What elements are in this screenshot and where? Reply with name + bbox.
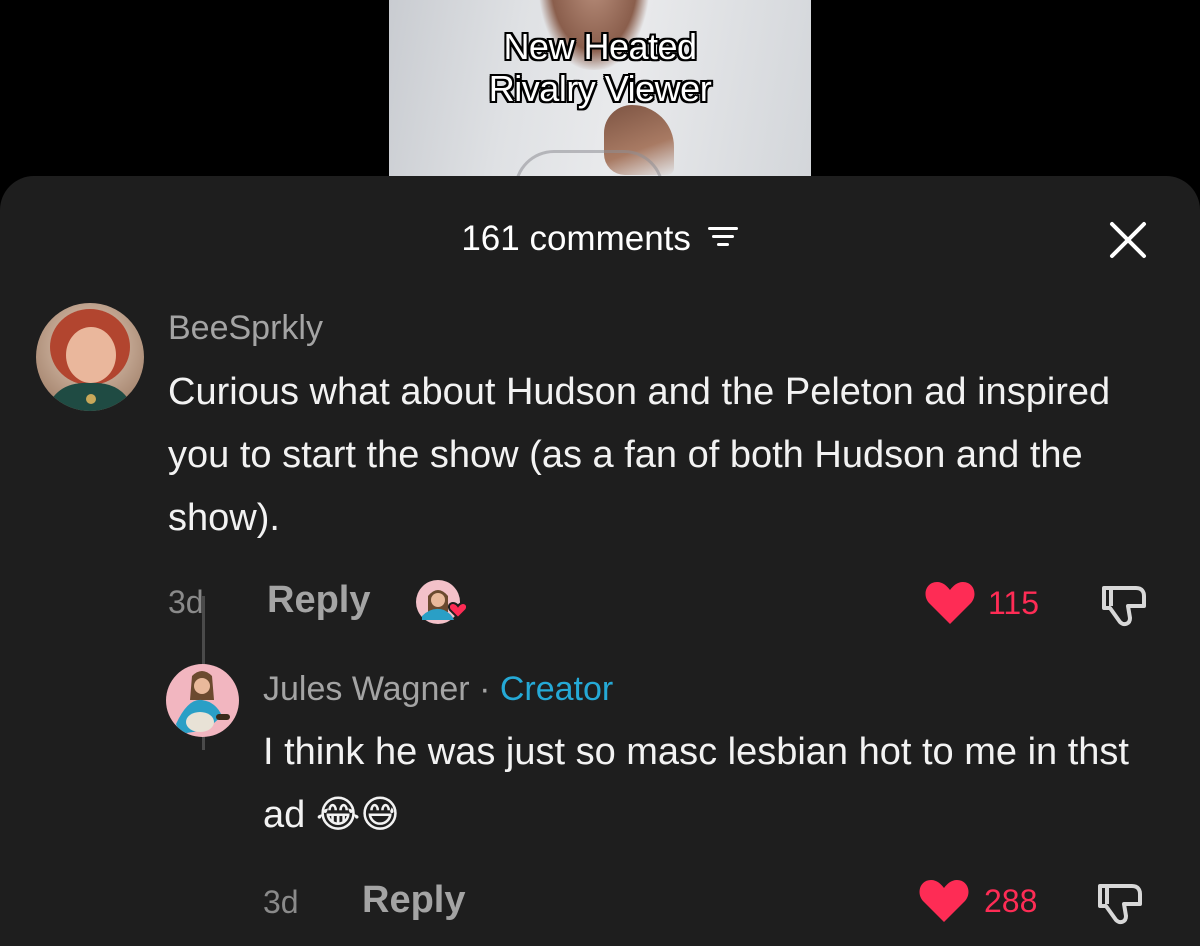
- reply-username[interactable]: Jules Wagner · Creator: [263, 670, 613, 709]
- reply-button[interactable]: Reply: [267, 579, 370, 622]
- reply-text: I think he was just so masc lesbian hot …: [263, 731, 1129, 836]
- video-thumbnail[interactable]: New Heated Rivalry Viewer: [389, 0, 811, 178]
- thumbnail-shirt-print: [514, 150, 664, 178]
- comment-count: 161 comments: [461, 219, 691, 258]
- close-icon[interactable]: [1108, 220, 1148, 260]
- reply-like-count: 288: [984, 883, 1038, 919]
- creator-liked-badge: [414, 576, 474, 630]
- reply-time: 3d: [263, 884, 299, 920]
- comment-text: Curious what about Hudson and the Peleto…: [168, 371, 1111, 539]
- name-separator: ·: [479, 670, 491, 708]
- comments-header: 161 comments: [0, 216, 1200, 262]
- avatar-beesprkly[interactable]: [36, 303, 144, 411]
- like-count: 115: [988, 585, 1040, 621]
- dislike-icon[interactable]: [1094, 878, 1150, 926]
- screen: New Heated Rivalry Viewer 161 comments B…: [0, 0, 1200, 946]
- heart-icon[interactable]: [924, 580, 976, 626]
- video-caption-line-1: New Heated: [503, 26, 697, 67]
- creator-badge: Creator: [499, 670, 614, 708]
- reply-author-name[interactable]: Jules Wagner: [263, 670, 470, 708]
- filter-icon[interactable]: [707, 216, 739, 262]
- avatar-jules-wagner[interactable]: [166, 664, 239, 737]
- comment-username[interactable]: BeeSprkly: [168, 309, 323, 348]
- reply-button[interactable]: Reply: [362, 879, 465, 922]
- video-caption: New Heated Rivalry Viewer: [389, 26, 811, 110]
- comment-time: 3d: [168, 584, 204, 620]
- video-caption-line-2: Rivalry Viewer: [488, 68, 712, 109]
- dislike-icon[interactable]: [1098, 580, 1154, 628]
- heart-icon[interactable]: [918, 878, 970, 924]
